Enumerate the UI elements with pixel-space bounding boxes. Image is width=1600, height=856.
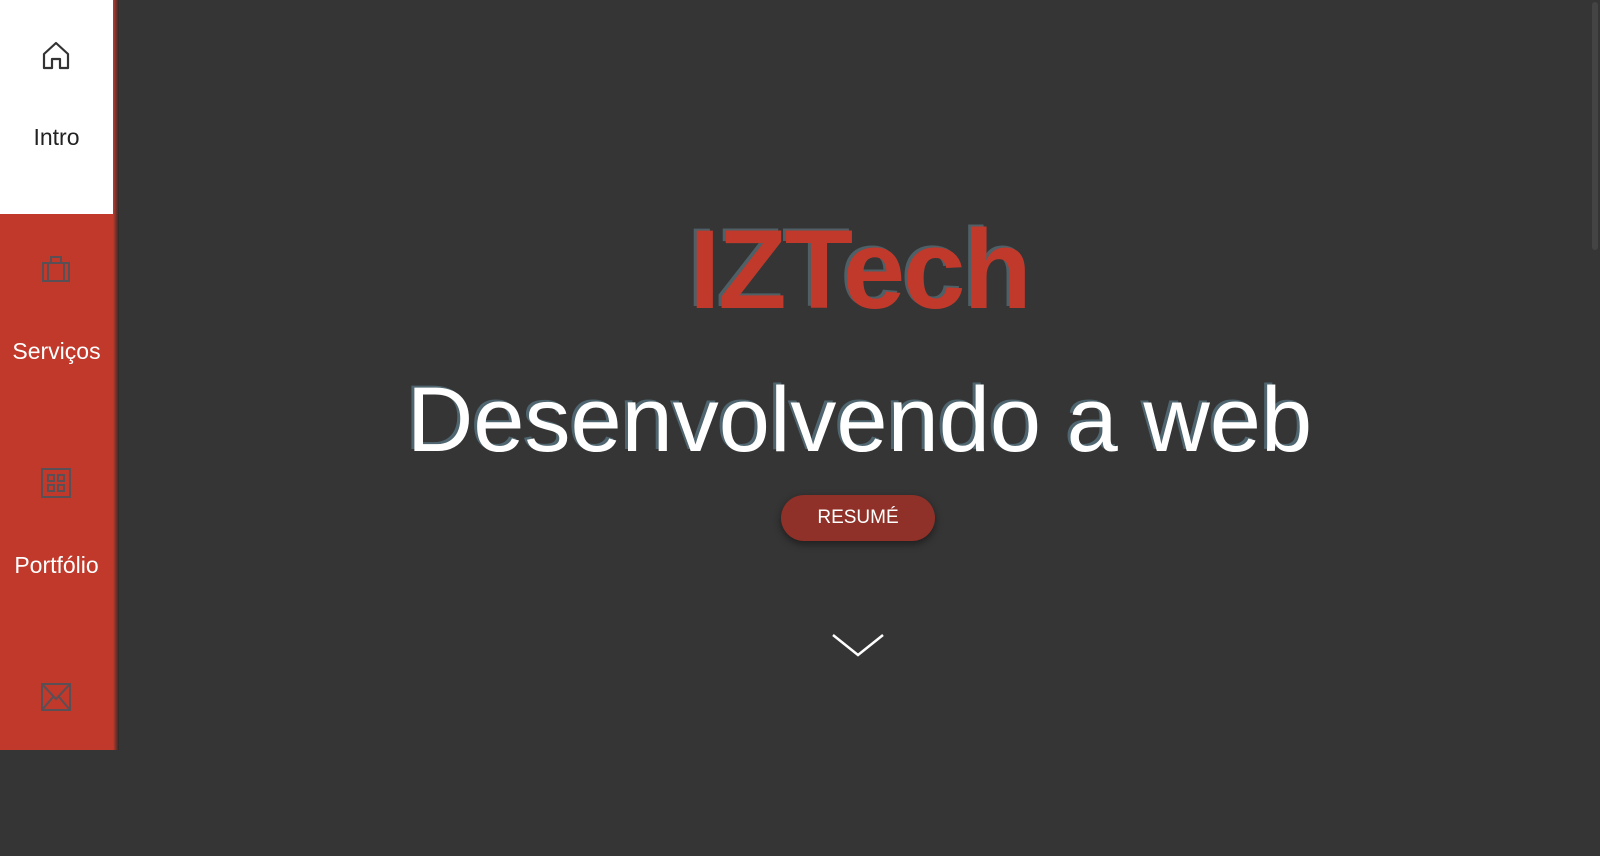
nav-item-intro[interactable]: Intro xyxy=(0,0,113,214)
hero-tagline: Desenvolvendo a web xyxy=(406,369,1313,471)
home-icon xyxy=(42,41,70,70)
nav-label-servicos: Serviços xyxy=(12,338,101,364)
brand-title: IZTech xyxy=(689,207,1032,332)
briefcase-icon xyxy=(42,256,70,282)
grid-icon xyxy=(41,468,71,498)
mail-icon xyxy=(41,683,71,711)
scrollbar-thumb[interactable] xyxy=(1592,2,1598,250)
nav-label-portfolio: Portfólio xyxy=(14,552,99,578)
nav-item-portfolio[interactable]: Portfólio xyxy=(0,428,113,642)
scrollbar[interactable] xyxy=(1590,0,1600,750)
nav-item-servicos[interactable]: Serviços xyxy=(0,214,113,428)
hero-section: IZTech Desenvolvendo a web RESUMÉ xyxy=(119,0,1600,750)
resume-button[interactable]: RESUMÉ xyxy=(781,495,935,541)
sidebar-nav: Intro Serviços Portfólio xyxy=(0,0,113,750)
nav-label-intro: Intro xyxy=(33,124,80,150)
chevron-down-icon[interactable] xyxy=(830,630,886,660)
nav-item-contato[interactable] xyxy=(0,642,113,856)
